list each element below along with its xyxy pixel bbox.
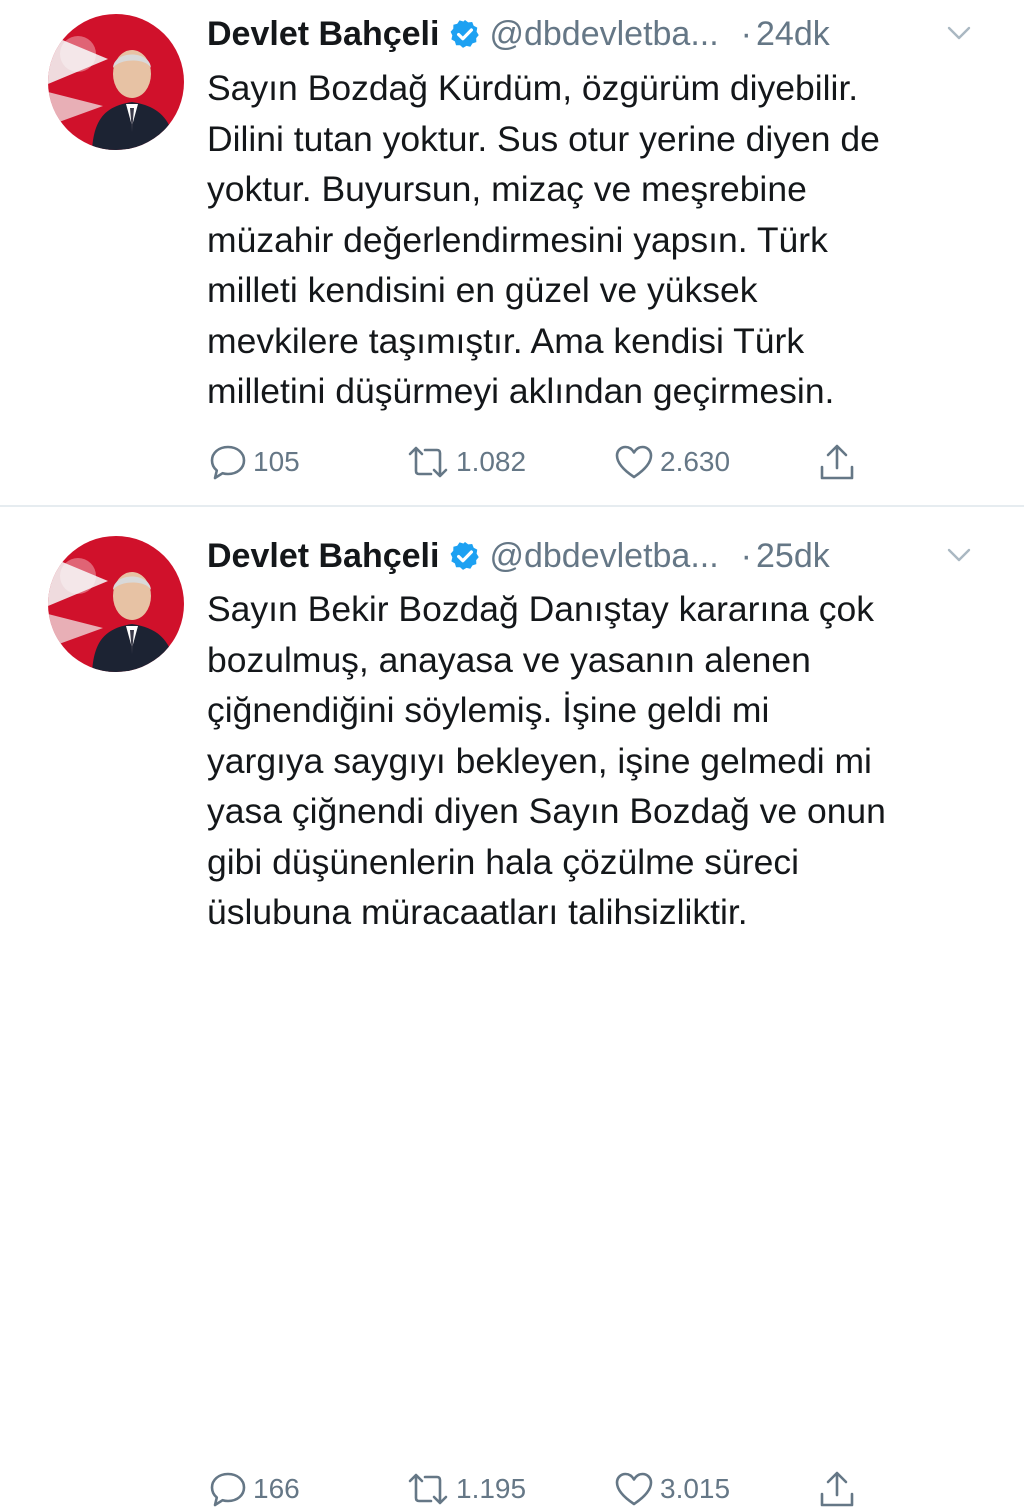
share-upload-icon: [820, 444, 854, 480]
retweet-icon: [408, 1473, 448, 1505]
tweet-text-line: Sayın Bekir Bozdağ Danıştay kararına çok: [207, 589, 874, 629]
reply-bubble-icon: [210, 1472, 246, 1507]
header-separator: ·: [740, 536, 752, 575]
author-name[interactable]: Devlet Bahçeli: [207, 537, 439, 576]
retweet-count: 1.082: [456, 446, 527, 477]
tweet-text: Sayın Bozdağ Kürdüm, özgürüm diyebilir. …: [207, 63, 997, 417]
avatar[interactable]: [48, 536, 184, 672]
retweet-button[interactable]: 1.082: [404, 440, 526, 484]
retweet-icon: [408, 446, 448, 478]
avatar[interactable]: [48, 14, 184, 150]
tweet-text-line: üslubuna müracaatları talihsizliktir.: [207, 892, 748, 932]
tweet-text-line: milleti kendisini en güzel ve yüksek: [207, 270, 758, 310]
retweet-count: 1.195: [456, 1473, 527, 1504]
tweet[interactable]: Devlet Bahçeli @dbdevletba... · 25dk Say…: [0, 507, 1024, 1507]
tweet-actions: 166 1.195 3.015: [207, 1467, 867, 1511]
share-button[interactable]: [815, 1467, 859, 1511]
reply-bubble-icon: [210, 445, 246, 480]
retweet-button[interactable]: 1.195: [404, 1467, 526, 1511]
author-name[interactable]: Devlet Bahçeli: [207, 15, 439, 54]
like-button[interactable]: 3.015: [612, 1467, 730, 1511]
author-handle[interactable]: @dbdevletba...: [489, 537, 718, 576]
chevron-down-icon[interactable]: [944, 18, 974, 48]
tweet-text-line: yoktur. Buyursun, mizaç ve meşrebine: [207, 169, 807, 209]
chevron-down-icon[interactable]: [944, 540, 974, 570]
heart-icon: [615, 445, 653, 479]
like-count: 2.630: [660, 446, 731, 477]
tweet-text-line: gibi düşünenlerin hala çözülme süreci: [207, 841, 800, 882]
tweet-text-line: müzahir değerlendirmesini yapsın. Türk: [207, 219, 828, 260]
tweet-header: Devlet Bahçeli @dbdevletba... · 24dk: [207, 12, 974, 56]
tweet-text: Sayın Bekir Bozdağ Danıştay kararına çok…: [207, 584, 997, 938]
tweet-text-line: bozulmuş, anayasa ve yasanın alenen: [207, 639, 811, 680]
tweet-text-line: Dilini tutan yoktur. Sus otur yerine diy…: [207, 118, 880, 159]
tweet-header: Devlet Bahçeli @dbdevletba... · 25dk: [207, 534, 974, 578]
tweet-text-line: mevkilere taşımıştır. Ama kendisi Türk: [207, 320, 805, 361]
header-separator: ·: [740, 14, 752, 53]
tweet-timestamp[interactable]: 24dk: [756, 15, 830, 54]
share-upload-icon: [820, 1471, 854, 1507]
tweet-actions: 105 1.082 2.630: [207, 440, 867, 484]
tweet-text-line: milletini düşürmeyi aklından geçirmesin.: [207, 371, 835, 411]
reply-count: 105: [253, 446, 300, 477]
heart-icon: [615, 1472, 653, 1506]
like-button[interactable]: 2.630: [612, 440, 730, 484]
like-count: 3.015: [660, 1473, 731, 1504]
tweet[interactable]: Devlet Bahçeli @dbdevletba... · 24dk Say…: [0, 0, 1024, 506]
tweet-text-line: yargıya saygıyı bekleyen, işine gelmedi …: [207, 740, 872, 781]
author-handle[interactable]: @dbdevletba...: [489, 15, 718, 54]
reply-count: 166: [253, 1473, 300, 1504]
verified-badge-icon: [449, 540, 481, 572]
tweet-text-line: yasa çiğnendi diyen Sayın Bozdağ ve onun: [207, 791, 886, 831]
reply-button[interactable]: 105: [207, 440, 300, 484]
tweet-timestamp[interactable]: 25dk: [756, 537, 830, 576]
tweet-text-line: çiğnendiğini söylemiş. İşine geldi mi: [207, 690, 770, 730]
share-button[interactable]: [815, 440, 859, 484]
tweet-text-line: Sayın Bozdağ Kürdüm, özgürüm diyebilir.: [207, 68, 859, 108]
verified-badge-icon: [449, 18, 481, 50]
reply-button[interactable]: 166: [207, 1467, 300, 1511]
